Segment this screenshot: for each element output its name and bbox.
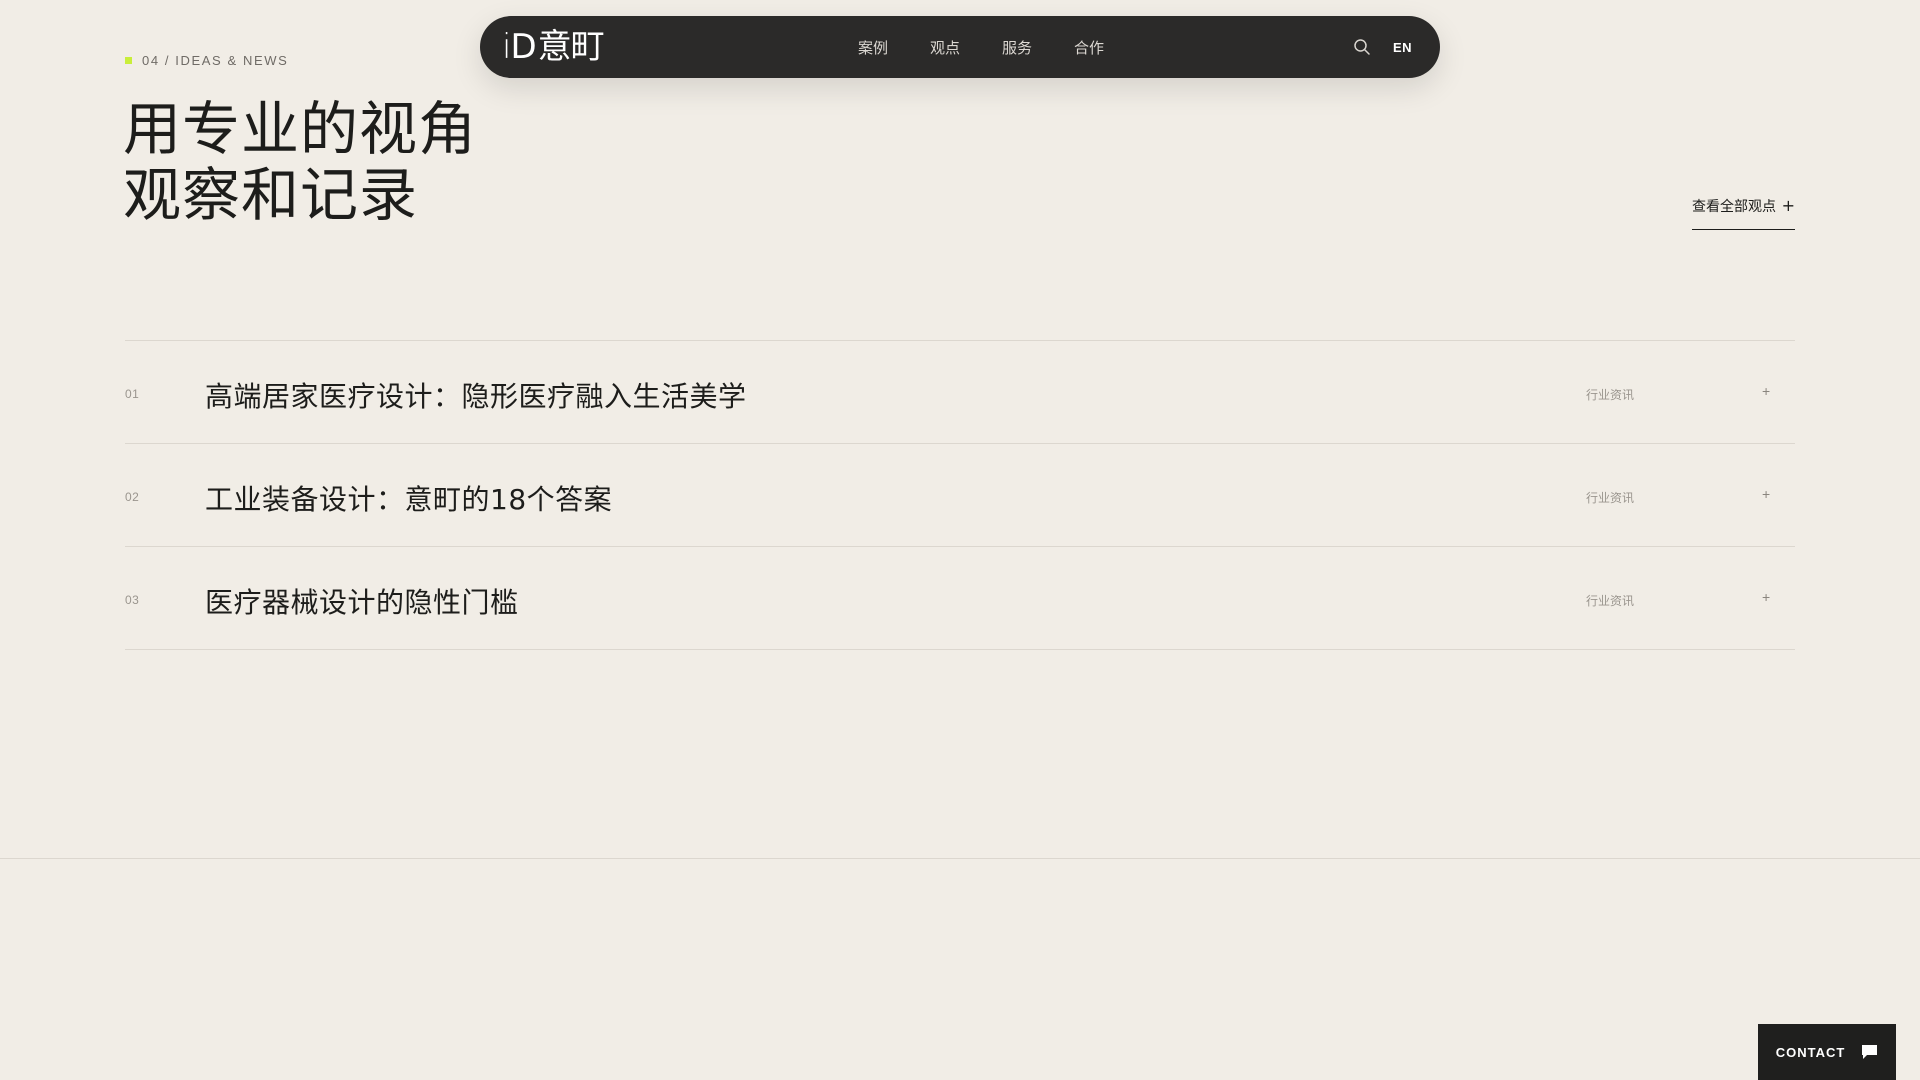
- article-list: 01 高端居家医疗设计：隐形医疗融入生活美学 行业资讯 + 02 工业装备设计：…: [125, 340, 1795, 650]
- expand-plus-icon[interactable]: +: [1762, 383, 1770, 399]
- section-divider: [0, 858, 1920, 859]
- view-all-label: 查看全部观点: [1692, 199, 1776, 215]
- expand-plus-icon[interactable]: +: [1762, 589, 1770, 605]
- plus-icon: +: [1781, 196, 1795, 215]
- article-category: 行业资讯: [1586, 388, 1635, 402]
- logo-letter-d: D: [510, 27, 536, 67]
- nav-link-cases[interactable]: 案例: [858, 37, 888, 58]
- section-label: 04 / IDEAS & NEWS: [125, 53, 288, 68]
- view-all-ideas-link[interactable]: 查看全部观点 +: [1692, 196, 1795, 230]
- article-row-2[interactable]: 02 工业装备设计：意町的18个答案 行业资讯 +: [125, 444, 1795, 547]
- article-number: 02: [125, 490, 140, 504]
- contact-label: CONTACT: [1775, 1044, 1846, 1060]
- section-label-text: 04 / IDEAS & NEWS: [142, 53, 289, 68]
- headline-line-2: 观察和记录: [123, 161, 419, 229]
- search-icon[interactable]: [1353, 38, 1371, 56]
- logo[interactable]: i D 意町: [502, 26, 605, 68]
- expand-plus-icon[interactable]: +: [1762, 486, 1770, 502]
- headline-line-1: 用专业的视角: [123, 95, 478, 163]
- language-switch-button[interactable]: EN: [1393, 40, 1412, 55]
- article-category: 行业资讯: [1586, 594, 1635, 608]
- article-title[interactable]: 高端居家医疗设计：隐形医疗融入生活美学: [205, 375, 747, 415]
- logo-letter-i: i: [502, 27, 512, 67]
- chat-icon: [1862, 1045, 1878, 1059]
- contact-button[interactable]: CONTACT: [1758, 1024, 1896, 1080]
- top-navigation-bar: i D 意町 案例 观点 服务 合作 EN: [480, 16, 1440, 78]
- article-category: 行业资讯: [1586, 491, 1635, 505]
- article-number: 01: [125, 387, 140, 401]
- nav-actions: EN: [1353, 16, 1412, 78]
- article-title[interactable]: 医疗器械设计的隐性门槛: [205, 581, 519, 621]
- article-number: 03: [125, 593, 140, 607]
- section-headline: 用专业的视角 观察和记录: [123, 96, 477, 228]
- article-row-3[interactable]: 03 医疗器械设计的隐性门槛 行业资讯 +: [125, 547, 1795, 650]
- nav-link-services[interactable]: 服务: [1002, 37, 1032, 58]
- nav-links: 案例 观点 服务 合作: [858, 16, 1104, 78]
- nav-link-ideas[interactable]: 观点: [930, 37, 960, 58]
- article-row-1[interactable]: 01 高端居家医疗设计：隐形医疗融入生活美学 行业资讯 +: [125, 341, 1795, 444]
- nav-link-cooperation[interactable]: 合作: [1074, 37, 1104, 58]
- article-title[interactable]: 工业装备设计：意町的18个答案: [205, 478, 612, 518]
- logo-chinese: 意町: [537, 27, 605, 67]
- section-label-dot: [125, 57, 132, 64]
